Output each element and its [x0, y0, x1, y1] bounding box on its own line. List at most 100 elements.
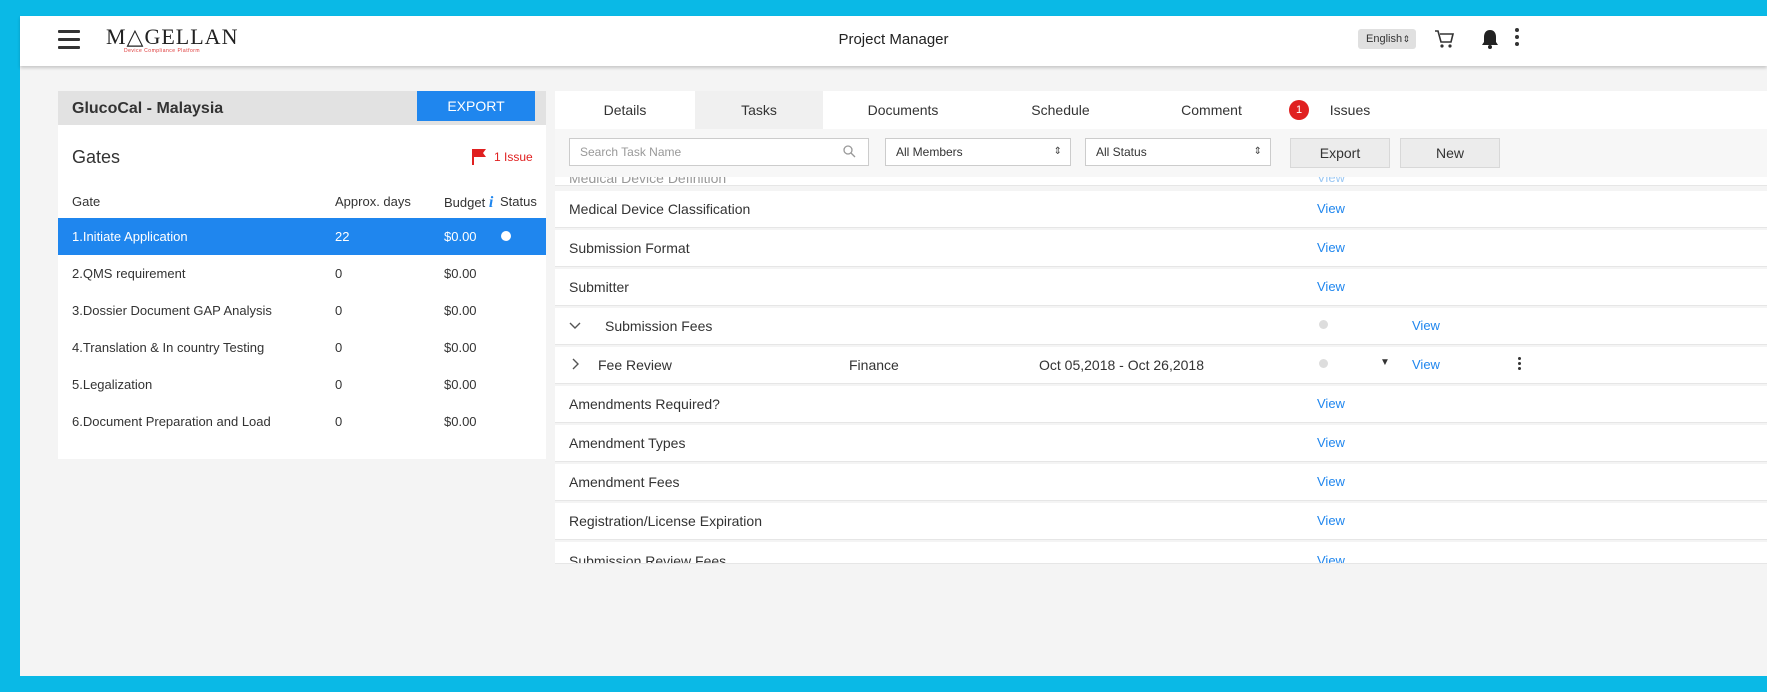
- gates-title: Gates: [72, 147, 121, 167]
- task-list: Medical Device Definition View Medical D…: [555, 177, 1767, 639]
- tab-bar: Details Tasks Documents Schedule Comment…: [555, 91, 1767, 129]
- column-header-status: Status: [500, 194, 537, 209]
- view-link[interactable]: View: [1317, 201, 1345, 216]
- issues-count-badge: 1: [1289, 100, 1309, 120]
- gate-row[interactable]: 5.Legalization 0 $0.00: [58, 366, 546, 403]
- status-dot: [1319, 320, 1328, 329]
- gate-budget: $0.00: [444, 414, 477, 429]
- tab-schedule[interactable]: Schedule: [983, 91, 1138, 129]
- task-name: Submission Review Fees: [569, 553, 727, 564]
- task-name: Submission Format: [569, 240, 690, 256]
- budget-label: Budget: [444, 195, 486, 210]
- status-select[interactable]: All Status ⇕: [1085, 138, 1271, 166]
- tab-comment[interactable]: Comment: [1138, 91, 1285, 129]
- task-name: Fee Review: [598, 357, 672, 373]
- task-row[interactable]: Submission Review Fees View: [555, 542, 1767, 564]
- task-row[interactable]: Amendment Types View: [555, 425, 1767, 462]
- status-dot: [1319, 359, 1328, 368]
- task-name: Submission Fees: [605, 318, 713, 334]
- tab-tasks[interactable]: Tasks: [695, 91, 823, 129]
- gate-days: 0: [335, 340, 343, 355]
- row-more-icon[interactable]: [1518, 357, 1522, 372]
- gate-days: 0: [335, 303, 343, 318]
- task-assignee: Finance: [849, 357, 899, 373]
- gate-days: 0: [335, 377, 343, 392]
- gates-panel: GlucoCal - Malaysia EXPORT Gates 1 Issue…: [58, 91, 546, 459]
- project-title: GlucoCal - Malaysia: [72, 100, 224, 117]
- app-frame: M△GELLAN Device Compliance Platform Proj…: [20, 16, 1767, 676]
- gate-row[interactable]: 3.Dossier Document GAP Analysis 0 $0.00: [58, 292, 546, 329]
- tab-details[interactable]: Details: [555, 91, 695, 129]
- gate-budget: $0.00: [444, 303, 477, 318]
- search-icon[interactable]: [843, 145, 856, 163]
- task-name: Medical Device Definition: [569, 177, 727, 186]
- flag-icon[interactable]: [470, 148, 488, 171]
- select-arrows-icon: ⇕: [1053, 146, 1062, 157]
- export-tasks-button[interactable]: Export: [1290, 138, 1390, 168]
- task-name: Submitter: [569, 279, 629, 295]
- task-row[interactable]: Submission Format View: [555, 230, 1767, 267]
- chevron-down-icon[interactable]: [569, 318, 581, 334]
- view-link[interactable]: View: [1412, 318, 1440, 333]
- language-value: English: [1366, 33, 1403, 45]
- gate-budget: $0.00: [444, 266, 477, 281]
- new-task-button[interactable]: New: [1400, 138, 1500, 168]
- view-link[interactable]: View: [1317, 553, 1345, 563]
- bell-icon[interactable]: [1480, 28, 1500, 55]
- task-row[interactable]: Submitter View: [555, 269, 1767, 306]
- view-link[interactable]: View: [1317, 396, 1345, 411]
- view-link[interactable]: View: [1317, 177, 1345, 185]
- gate-name: 1.Initiate Application: [72, 229, 188, 244]
- gate-budget: $0.00: [444, 340, 477, 355]
- gate-name: 6.Document Preparation and Load: [72, 414, 271, 429]
- view-link[interactable]: View: [1317, 279, 1345, 294]
- task-group-row[interactable]: Submission Fees View: [555, 308, 1767, 345]
- tab-documents[interactable]: Documents: [823, 91, 983, 129]
- issue-count-link[interactable]: 1 Issue: [494, 150, 533, 164]
- task-row[interactable]: Amendments Required? View: [555, 386, 1767, 423]
- filter-bar: Search Task Name All Members ⇕ All Statu…: [555, 129, 1767, 177]
- tab-issues[interactable]: Issues: [1315, 91, 1385, 129]
- cart-icon[interactable]: [1433, 28, 1455, 55]
- export-button[interactable]: EXPORT: [417, 91, 535, 121]
- gate-budget: $0.00: [444, 229, 477, 244]
- chevron-right-icon[interactable]: [569, 357, 581, 373]
- column-header-days: Approx. days: [335, 194, 411, 209]
- select-arrows-icon: ⇕: [1253, 146, 1262, 157]
- more-options-icon[interactable]: [1514, 28, 1520, 49]
- gate-name: 2.QMS requirement: [72, 266, 186, 281]
- view-link[interactable]: View: [1412, 357, 1440, 372]
- tasks-panel: Details Tasks Documents Schedule Comment…: [555, 91, 1767, 639]
- gate-name: 3.Dossier Document GAP Analysis: [72, 303, 272, 318]
- members-value: All Members: [896, 145, 963, 159]
- task-dates: Oct 05,2018 - Oct 26,2018: [1039, 357, 1204, 373]
- members-select[interactable]: All Members ⇕: [885, 138, 1071, 166]
- search-input[interactable]: Search Task Name: [569, 138, 869, 166]
- view-link[interactable]: View: [1317, 474, 1345, 489]
- info-icon[interactable]: i: [489, 194, 493, 211]
- page-title: Project Manager: [838, 31, 949, 48]
- gate-row[interactable]: 6.Document Preparation and Load 0 $0.00: [58, 403, 546, 440]
- gate-days: 22: [335, 229, 350, 244]
- view-link[interactable]: View: [1317, 513, 1345, 528]
- task-name: Registration/License Expiration: [569, 513, 762, 529]
- task-row[interactable]: Medical Device Definition View: [555, 177, 1767, 186]
- task-row[interactable]: Medical Device Classification View: [555, 191, 1767, 228]
- status-dot: [501, 231, 511, 241]
- gate-name: 5.Legalization: [72, 377, 153, 392]
- task-name: Medical Device Classification: [569, 201, 751, 217]
- caret-down-icon[interactable]: ▼: [1380, 357, 1390, 368]
- task-row[interactable]: Registration/License Expiration View: [555, 503, 1767, 540]
- gate-row[interactable]: 2.QMS requirement 0 $0.00: [58, 255, 546, 292]
- task-name: Amendment Fees: [569, 474, 680, 490]
- view-link[interactable]: View: [1317, 435, 1345, 450]
- gate-row[interactable]: 4.Translation & In country Testing 0 $0.…: [58, 329, 546, 366]
- language-select[interactable]: English ⇕: [1358, 29, 1416, 49]
- task-name: Amendment Types: [569, 435, 686, 451]
- gate-budget: $0.00: [444, 377, 477, 392]
- subtask-row[interactable]: Fee Review Finance Oct 05,2018 - Oct 26,…: [555, 347, 1767, 384]
- task-row[interactable]: Amendment Fees View: [555, 464, 1767, 501]
- view-link[interactable]: View: [1317, 240, 1345, 255]
- column-header-gate: Gate: [72, 194, 101, 209]
- gate-row[interactable]: 1.Initiate Application 22 $0.00: [58, 218, 546, 255]
